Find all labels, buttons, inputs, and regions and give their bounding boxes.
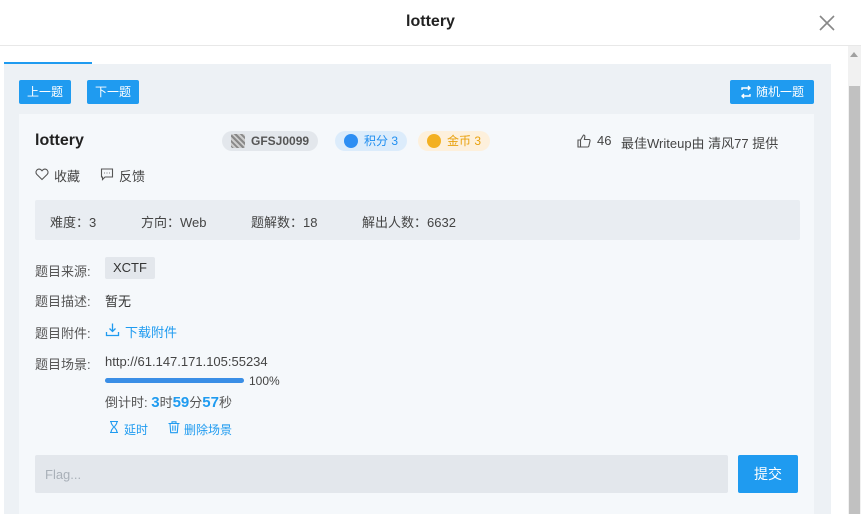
score-tag: 积分 3 (335, 131, 408, 151)
flag-input[interactable] (35, 455, 728, 493)
countdown-hours: 3 (151, 394, 160, 411)
hourglass-icon (110, 420, 118, 434)
random-question-label: 随机一题 (756, 85, 805, 99)
delete-scene-label: 删除场景 (184, 423, 233, 437)
extend-time-label: 延时 (124, 423, 149, 437)
description-label: 题目描述: (35, 294, 91, 309)
heart-icon (35, 168, 49, 181)
download-icon (105, 323, 120, 337)
challenge-id-tag: GFSJ0099 (222, 131, 319, 151)
modal-content: 上一题 下一题 随机一题 lottery GFSJ0099 积分 3 金币 3 … (4, 64, 831, 514)
submit-flag-button[interactable]: 提交 (738, 455, 798, 493)
scene-progress-text: 100% (249, 374, 280, 388)
challenge-card: lottery GFSJ0099 积分 3 金币 3 46 最佳Writeup由… (19, 114, 814, 514)
scene-url[interactable]: http://61.147.171.105:55234 (105, 354, 268, 369)
attachment-label: 题目附件: (35, 326, 91, 341)
star-badge-icon (344, 134, 358, 148)
challenge-title: lottery (35, 132, 84, 149)
coin-text: 金币 3 (447, 134, 482, 148)
extend-time-button[interactable]: 延时 (107, 420, 151, 438)
best-writeup-text[interactable]: 最佳Writeup由 清风77 提供 (621, 133, 778, 152)
difficulty-stat: 难度：3 (50, 215, 97, 230)
scroll-up-arrow[interactable] (850, 52, 858, 57)
stats-box: 难度：3 方向：Web 题解数：18 解出人数：6632 (35, 200, 800, 240)
tab-strip (0, 46, 848, 66)
scene-label: 题目场景: (35, 357, 91, 372)
countdown-seconds-unit: 秒 (218, 395, 232, 410)
feedback-label: 反馈 (119, 169, 146, 184)
delete-scene-button[interactable]: 删除场景 (167, 420, 237, 438)
random-question-button[interactable]: 随机一题 (730, 80, 814, 104)
favorite-button[interactable]: 收藏 (35, 166, 90, 184)
next-question-button[interactable]: 下一题 (87, 80, 139, 104)
countdown-hours-unit: 时 (159, 395, 173, 410)
scrollbar-thumb[interactable] (849, 86, 860, 514)
comment-icon (100, 168, 114, 181)
prev-question-button[interactable]: 上一题 (19, 80, 71, 104)
source-label: 题目来源: (35, 264, 91, 279)
coin-tag: 金币 3 (418, 131, 491, 151)
favorite-label: 收藏 (54, 169, 81, 184)
countdown-seconds: 57 (202, 394, 219, 411)
countdown-minutes: 59 (172, 394, 190, 411)
shuffle-icon (741, 85, 751, 99)
countdown-minutes-unit: 分 (189, 395, 203, 410)
qr-icon (231, 134, 245, 148)
countdown-prefix: 倒计时: (105, 395, 152, 410)
challenge-id-text: GFSJ0099 (251, 134, 310, 148)
feedback-button[interactable]: 反馈 (100, 166, 155, 184)
coin-icon (427, 134, 441, 148)
trash-icon (168, 421, 180, 434)
close-button[interactable] (816, 12, 838, 34)
countdown: 倒计时: 3时59分57秒 (105, 392, 232, 411)
modal-header: lottery (0, 0, 861, 46)
direction-stat: 方向：Web (141, 215, 207, 230)
download-attachment-label: 下载附件 (125, 325, 178, 340)
close-icon (819, 15, 835, 31)
like-count: 46 (597, 133, 612, 148)
modal-title: lottery (406, 13, 455, 30)
description-value: 暂无 (105, 294, 132, 309)
thumbs-up-icon[interactable] (577, 134, 591, 148)
source-value: XCTF (105, 257, 155, 279)
scene-progress-bar (105, 378, 244, 383)
solvers-stat: 解出人数：6632 (362, 215, 456, 230)
score-text: 积分 3 (364, 134, 399, 148)
writeups-stat: 题解数：18 (251, 215, 318, 230)
scene-progress-fill (105, 378, 244, 383)
